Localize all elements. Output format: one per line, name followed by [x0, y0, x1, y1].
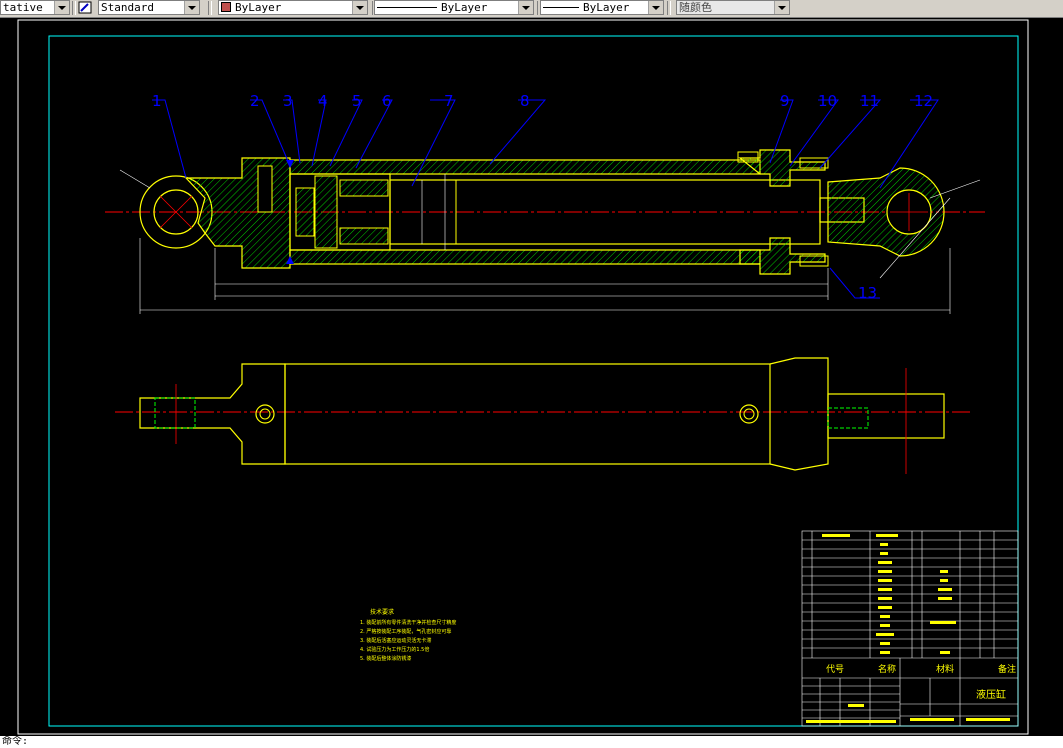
lineweight-value: ByLayer [583, 1, 630, 14]
toolbar-separator [667, 1, 671, 15]
plot-style-combo[interactable]: 随颜色 [676, 0, 790, 15]
chevron-down-icon[interactable] [352, 1, 367, 14]
tech-req-line: 1. 装配前所有零件清洗干净并检查尺寸精度 [360, 619, 456, 626]
toolbar-separator [72, 1, 76, 15]
bom-col-name: 名称 [878, 663, 896, 675]
linetype-preview [377, 7, 437, 8]
chevron-down-icon[interactable] [518, 1, 533, 14]
layer-value: ByLayer [235, 1, 282, 14]
tech-req-title: 技术要求 [370, 608, 394, 616]
linetype-combo[interactable]: ByLayer [374, 0, 534, 15]
lineweight-preview [543, 7, 579, 8]
dim-style-combo[interactable]: tative [0, 0, 70, 15]
balloon-10: 10 [818, 92, 837, 110]
text-style-combo[interactable]: Standard [98, 0, 200, 15]
cylinder-barrel-bottom [289, 249, 761, 265]
tech-req-line: 3. 装配后活塞应运动灵活无卡滞 [360, 637, 431, 644]
chevron-down-icon[interactable] [648, 1, 663, 14]
layer-combo[interactable]: ByLayer [218, 0, 368, 15]
balloon-1: 1 [152, 92, 162, 110]
balloon-5: 5 [352, 92, 362, 110]
plot-style-value: 随颜色 [679, 1, 712, 14]
bom-col-note: 备注 [998, 663, 1016, 675]
cylinder-barrel-top [289, 159, 761, 175]
balloon-4: 4 [318, 92, 328, 110]
tech-req-line: 5. 装配后整体涂防锈漆 [360, 655, 411, 662]
bom-col-code: 代号 [826, 664, 844, 675]
balloon-7: 7 [444, 92, 454, 110]
balloon-12: 12 [914, 92, 933, 110]
drawing-canvas[interactable]: 1 2 3 4 5 6 7 8 9 10 11 12 13 技术要求 1. 装配… [0, 18, 1063, 736]
dim-style-value: tative [3, 1, 43, 14]
tech-req-line: 2. 严格按装配工序装配，气孔密封应可靠 [360, 628, 451, 635]
balloon-11: 11 [860, 92, 879, 110]
layer-color-swatch [221, 2, 231, 12]
linetype-value: ByLayer [441, 1, 488, 14]
balloon-2: 2 [250, 92, 260, 110]
command-prompt: 命令: [2, 736, 29, 747]
lineweight-combo[interactable]: ByLayer [540, 0, 664, 15]
balloon-9: 9 [780, 92, 790, 110]
chevron-down-icon[interactable] [54, 1, 69, 14]
tech-req-line: 4. 试验压力为工作压力的1.5倍 [360, 646, 429, 653]
properties-toolbar: tative Standard ByLayer ByLayer ByLayer … [0, 0, 1063, 18]
balloon-3: 3 [283, 92, 293, 110]
chevron-down-icon[interactable] [184, 1, 199, 14]
balloon-8: 8 [520, 92, 530, 110]
chevron-down-icon[interactable] [774, 1, 789, 14]
text-style-value: Standard [101, 1, 154, 14]
balloon-6: 6 [382, 92, 392, 110]
bom-col-material: 材料 [936, 663, 954, 675]
balloon-13: 13 [858, 284, 877, 302]
command-line[interactable]: 命令: [0, 736, 1063, 748]
text-style-icon[interactable] [78, 1, 92, 14]
drawing-name: 液压缸 [976, 688, 1006, 701]
toolbar-separator [208, 1, 212, 15]
